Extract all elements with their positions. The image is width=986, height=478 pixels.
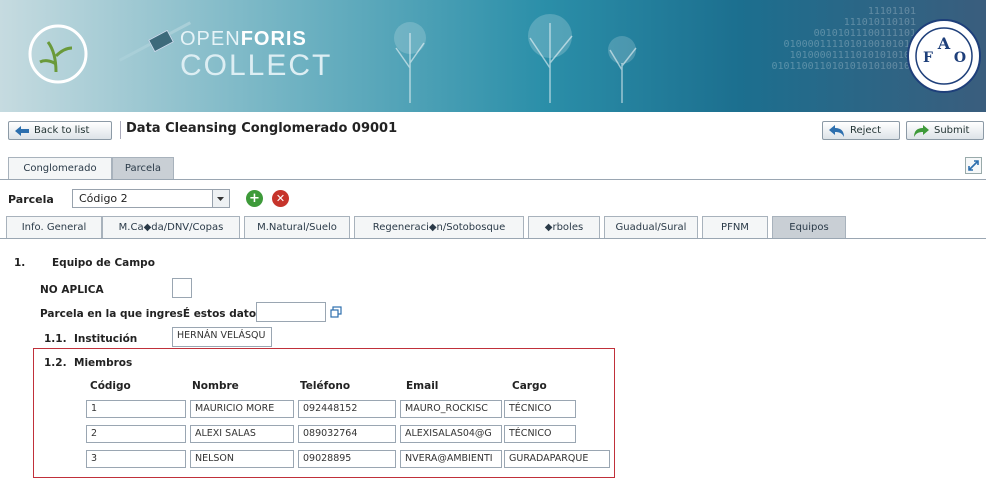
- parcela-ingreso-input[interactable]: [256, 302, 326, 322]
- col-header-nombre: Nombre: [192, 380, 239, 392]
- codigo-cell[interactable]: 3: [86, 450, 186, 468]
- undo-arrow-icon: [829, 124, 844, 137]
- svg-text:F: F: [923, 50, 933, 66]
- section-number: 1.: [14, 257, 26, 269]
- add-icon[interactable]: +: [246, 190, 263, 207]
- tab-info-general[interactable]: Info. General: [6, 216, 102, 238]
- nombre-cell[interactable]: NELSON: [190, 450, 294, 468]
- delete-icon[interactable]: ✕: [272, 190, 289, 207]
- institucion-input[interactable]: HERNÁN VELÁSQU: [172, 327, 272, 347]
- no-aplica-checkbox[interactable]: [172, 278, 192, 298]
- tab-pfnm[interactable]: PFNM: [702, 216, 768, 238]
- parcela-select[interactable]: Código 2: [72, 189, 230, 208]
- page-title: Data Cleansing Conglomerado 09001: [126, 121, 398, 136]
- subtab-divider: [0, 238, 986, 239]
- email-cell[interactable]: MAURO_ROCKISC: [400, 400, 502, 418]
- tab-guadual[interactable]: Guadual/Sural: [604, 216, 698, 238]
- expand-icon[interactable]: [965, 157, 982, 174]
- trees-decoration: [394, 14, 637, 103]
- col-header-email: Email: [406, 380, 439, 392]
- nombre-cell[interactable]: MAURICIO MORE: [190, 400, 294, 418]
- svg-text:O: O: [954, 50, 966, 66]
- col-header-cargo: Cargo: [512, 380, 547, 392]
- institucion-label: Institución: [74, 333, 138, 345]
- toolbar-divider: [120, 121, 121, 139]
- telefono-cell[interactable]: 092448152: [298, 400, 396, 418]
- fao-seal-icon: A F O: [907, 19, 981, 93]
- codigo-cell[interactable]: 2: [86, 425, 186, 443]
- popup-window-icon[interactable]: [330, 306, 342, 318]
- no-aplica-label: NO APLICA: [40, 284, 104, 296]
- tab-equipos[interactable]: Equipos: [772, 216, 846, 238]
- miembros-number: 1.2.: [44, 357, 67, 369]
- tab-regeneracion[interactable]: Regeneraci◆n/Sotobosque: [354, 216, 524, 238]
- cargo-cell[interactable]: TÉCNICO: [504, 425, 576, 443]
- col-header-telefono: Teléfono: [300, 380, 351, 392]
- header-banner: 11101101 111010110101 00101011100111101 …: [0, 0, 986, 112]
- codigo-cell[interactable]: 1: [86, 400, 186, 418]
- tab-conglomerado[interactable]: Conglomerado: [8, 157, 112, 179]
- telefono-cell[interactable]: 089032764: [298, 425, 396, 443]
- cargo-cell[interactable]: GURADAPARQUE: [504, 450, 610, 468]
- email-cell[interactable]: NVERA@AMBIENTI: [400, 450, 502, 468]
- section-title: Equipo de Campo: [52, 257, 155, 269]
- tab-mnatural[interactable]: M.Natural/Suelo: [244, 216, 350, 238]
- submit-button[interactable]: Submit: [906, 121, 984, 140]
- nombre-cell[interactable]: ALEXI SALAS: [190, 425, 294, 443]
- app-brand: OPENFORIS COLLECT: [180, 28, 333, 82]
- institucion-number: 1.1.: [44, 333, 67, 345]
- miembros-label: Miembros: [74, 357, 133, 369]
- parcela-label: Parcela: [8, 193, 54, 206]
- col-header-codigo: Código: [90, 380, 131, 392]
- tab-parcela[interactable]: Parcela: [112, 157, 174, 179]
- cargo-cell[interactable]: TÉCNICO: [504, 400, 576, 418]
- email-cell[interactable]: ALEXISALAS04@G: [400, 425, 502, 443]
- telefono-cell[interactable]: 09028895: [298, 450, 396, 468]
- tab-mcaida[interactable]: M.Ca◆da/DNV/Copas: [102, 216, 240, 238]
- chevron-down-icon: [212, 190, 229, 207]
- reject-button[interactable]: Reject: [822, 121, 900, 140]
- forward-arrow-icon: [914, 124, 929, 137]
- tab-arboles[interactable]: ◆rboles: [528, 216, 600, 238]
- back-to-list-button[interactable]: Back to list: [8, 121, 112, 140]
- tab-divider: [0, 179, 986, 180]
- back-arrow-icon: [15, 125, 29, 136]
- sprout-circle-icon: [28, 24, 88, 84]
- parcela-ingreso-label: Parcela en la que ingresÉ estos datos: [40, 308, 263, 320]
- svg-text:A: A: [937, 34, 951, 53]
